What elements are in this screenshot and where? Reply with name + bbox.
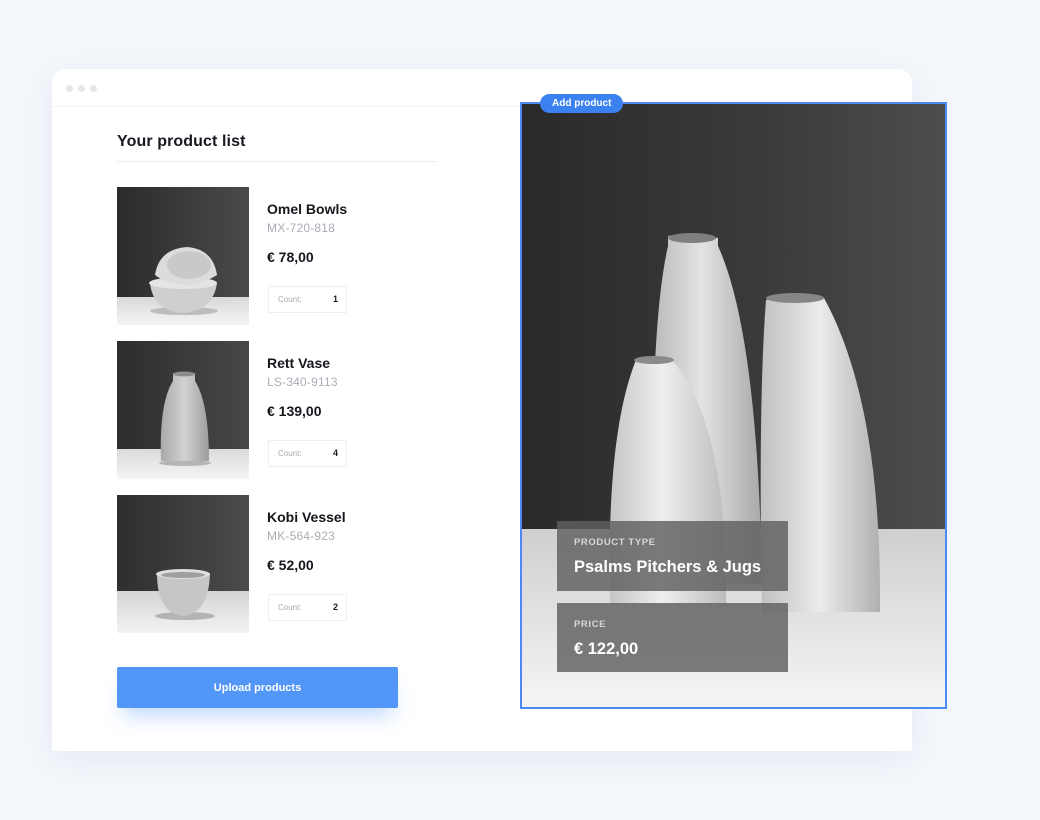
product-price: € 78,00 — [267, 249, 314, 265]
count-label: Count: — [278, 449, 302, 458]
product-name[interactable]: Kobi Vessel — [267, 509, 346, 525]
list-item[interactable]: Kobi Vessel MK-564-923 € 52,00 Count: 2 — [117, 495, 377, 633]
window-dot-icon[interactable] — [66, 85, 73, 92]
list-item[interactable]: Omel Bowls MX-720-818 € 78,00 Count: 1 — [117, 187, 377, 325]
upload-products-button[interactable]: Upload products — [117, 667, 398, 708]
window-dot-icon[interactable] — [78, 85, 85, 92]
product-sku: LS-340-9113 — [267, 375, 338, 389]
product-sku: MK-564-923 — [267, 529, 336, 543]
list-item[interactable]: Rett Vase LS-340-9113 € 139,00 Count: 4 — [117, 341, 377, 479]
quantity-stepper[interactable]: Count: 4 — [268, 440, 347, 467]
product-type-value: Psalms Pitchers & Jugs — [574, 558, 762, 576]
quantity-stepper[interactable]: Count: 2 — [268, 594, 347, 621]
product-thumbnail — [117, 187, 249, 325]
price-card: PRICE € 122,00 — [557, 603, 788, 672]
product-sku: MX-720-818 — [267, 221, 336, 235]
title-divider — [117, 161, 437, 162]
count-value[interactable]: 2 — [333, 602, 338, 612]
price-value: € 122,00 — [574, 640, 639, 658]
product-type-card: PRODUCT TYPE Psalms Pitchers & Jugs — [557, 521, 788, 591]
count-label: Count: — [278, 603, 302, 612]
product-name[interactable]: Omel Bowls — [267, 201, 347, 217]
product-thumbnail — [117, 495, 249, 633]
product-type-label: PRODUCT TYPE — [574, 537, 656, 548]
page-title: Your product list — [117, 133, 246, 150]
add-product-badge[interactable]: Add product — [540, 94, 624, 113]
window-dot-icon[interactable] — [90, 85, 97, 92]
price-label: PRICE — [574, 619, 607, 630]
count-value[interactable]: 1 — [333, 294, 338, 304]
product-name[interactable]: Rett Vase — [267, 355, 330, 371]
product-price: € 52,00 — [267, 557, 314, 573]
count-value[interactable]: 4 — [333, 448, 338, 458]
product-price: € 139,00 — [267, 403, 322, 419]
quantity-stepper[interactable]: Count: 1 — [268, 286, 347, 313]
count-label: Count: — [278, 295, 302, 304]
product-thumbnail — [117, 341, 249, 479]
